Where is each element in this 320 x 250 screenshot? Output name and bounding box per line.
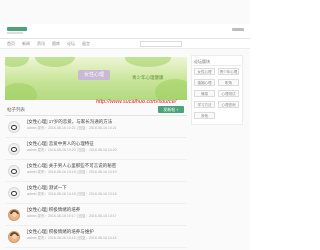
- leaf-decoration: [125, 57, 171, 67]
- watermark-url: http://www.sucaihuo.com/source/: [96, 99, 177, 105]
- post-title-link[interactable]: [女性心理] 17岁的恋爱，与家长沟通的方法: [27, 119, 112, 124]
- nav-item-gallery[interactable]: 图库: [52, 41, 60, 46]
- header: [0, 24, 250, 38]
- forum-tag[interactable]: 职场: [218, 79, 239, 86]
- sidebar-divider: [193, 65, 241, 66]
- forum-tag[interactable]: 婚姻心理: [194, 79, 215, 86]
- post-title-link[interactable]: [女性心理] 恋爱中男人的心理特征: [27, 141, 94, 146]
- leaf-decoration: [155, 79, 187, 100]
- leaf-decoration: [5, 83, 37, 100]
- forum-tag[interactable]: 心理测试: [218, 90, 239, 97]
- post-meta: admin 发布：2016-08-16 10:19 | 回复：2016-08-1…: [27, 170, 117, 174]
- avatar: [8, 231, 20, 243]
- banner-subtitle: 青少年心理健康: [132, 75, 164, 80]
- nav-item-guestbook[interactable]: 留言: [82, 41, 90, 46]
- avatar: [8, 143, 20, 155]
- post-meta: admin 发布：2016-08-16 10:18 | 回复：2016-08-1…: [27, 192, 117, 196]
- list-item[interactable]: [女性心理] 测试一下 admin 发布：2016-08-16 10:18 | …: [5, 182, 187, 204]
- list-item[interactable]: [女性心理] 关于男人心里那些不可言说的秘密 admin 发布：2016-08-…: [5, 160, 187, 182]
- list-item[interactable]: [女性心理] 积极情绪的培养 admin 发布：2016-08-16 10:17…: [5, 204, 187, 226]
- nav-item-forum[interactable]: 论坛: [67, 41, 75, 46]
- avatar: [8, 187, 20, 199]
- post-title-link[interactable]: [女性心理] 测试一下: [27, 185, 67, 190]
- site-logo[interactable]: [7, 27, 27, 31]
- site-tagline: [7, 32, 23, 34]
- posts-section-title: 帖子列表: [7, 107, 25, 112]
- post-meta: admin 发布：2016-08-16 10:20 | 回复：2016-08-1…: [27, 148, 117, 152]
- forum-tag[interactable]: 学习方法: [194, 101, 215, 108]
- post-title-link[interactable]: [女性心理] 积极情绪的培养: [27, 207, 80, 212]
- post-meta: admin 发布：2016-08-16 10:17 | 回复：2016-08-1…: [27, 214, 117, 218]
- login-link[interactable]: [232, 28, 244, 31]
- avatar: [8, 121, 20, 133]
- post-title-link[interactable]: [女性心理] 关于男人心里那些不可言说的秘密: [27, 163, 116, 168]
- post-meta: admin 发布：2016-08-16 10:16 | 回复：2016-08-1…: [27, 236, 117, 240]
- forum-tag[interactable]: 女性心理: [194, 68, 215, 75]
- list-item[interactable]: [女性心理] 17岁的恋爱，与家长沟通的方法 admin 发布：2016-08-…: [5, 116, 187, 138]
- avatar: [8, 165, 20, 177]
- forum-tag[interactable]: 其他: [194, 112, 215, 119]
- post-title-link[interactable]: [女性心理] 积极情绪的培养与维护: [27, 229, 94, 234]
- search-input[interactable]: [140, 41, 182, 47]
- banner-title: 女性心理: [78, 70, 110, 80]
- forum-tag[interactable]: 心理咨询: [218, 101, 239, 108]
- list-item[interactable]: [女性心理] 恋爱中男人的心理特征 admin 发布：2016-08-16 10…: [5, 138, 187, 160]
- forum-tag[interactable]: 青少年心理: [218, 68, 239, 75]
- leaf-decoration: [5, 57, 29, 67]
- leaf-decoration: [35, 57, 75, 67]
- nav-item-info[interactable]: 资讯: [37, 41, 45, 46]
- avatar: [8, 209, 20, 221]
- page: 首页 新闻 资讯 图库 论坛 留言 女性心理 青少年心理健康 http://ww…: [0, 0, 250, 250]
- new-post-button[interactable]: 发新帖 +: [158, 106, 184, 113]
- nav-item-home[interactable]: 首页: [7, 41, 15, 46]
- post-meta: admin 发布：2016-08-16 10:21 | 回复：2016-08-1…: [27, 126, 117, 130]
- forum-tag[interactable]: 情感: [194, 90, 215, 97]
- list-item[interactable]: [女性心理] 积极情绪的培养与维护 admin 发布：2016-08-16 10…: [5, 226, 187, 248]
- nav-item-news[interactable]: 新闻: [22, 41, 30, 46]
